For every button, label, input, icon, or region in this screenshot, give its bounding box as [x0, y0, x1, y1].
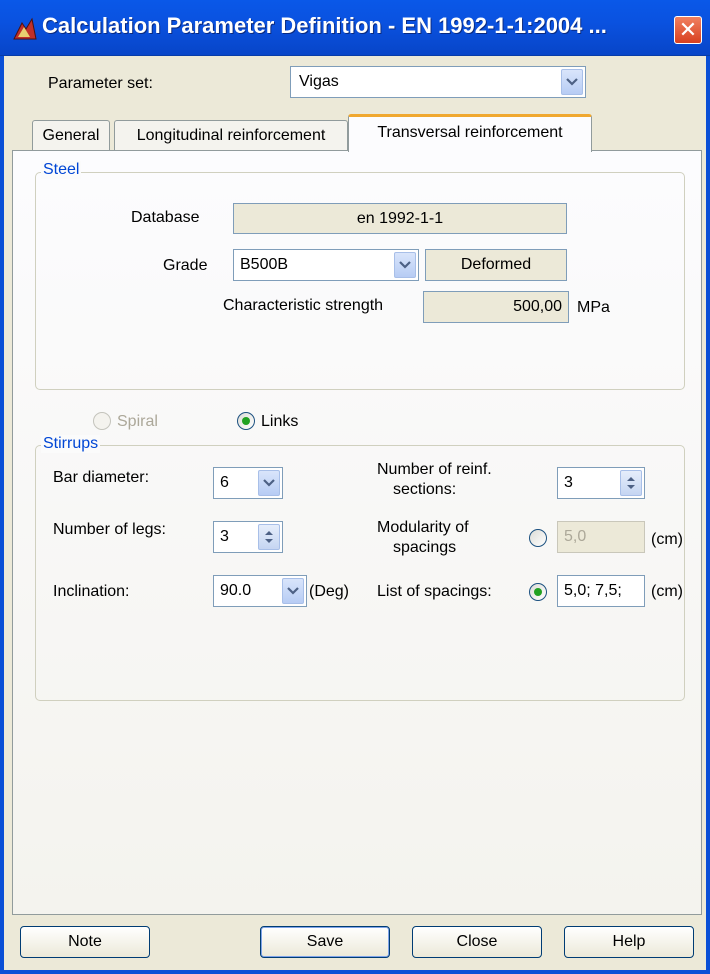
tab-transversal-reinforcement[interactable]: Transversal reinforcement	[348, 114, 592, 152]
list-of-spacings-value: 5,0; 7,5;	[564, 582, 622, 599]
number-of-reinf-sections-label-line1: Number of reinf.	[377, 461, 492, 478]
window-title: Calculation Parameter Definition - EN 19…	[42, 13, 607, 38]
database-label: Database	[131, 209, 200, 226]
close-button[interactable]: Close	[412, 926, 542, 958]
chevron-down-icon	[287, 587, 299, 595]
radio-selected-dot	[242, 417, 250, 425]
list-of-spacings-unit: (cm)	[651, 583, 683, 600]
save-button[interactable]: Save	[260, 926, 390, 958]
chevron-down-icon	[399, 261, 411, 269]
links-radio[interactable]	[237, 412, 255, 430]
modularity-of-spacings-label-line1: Modularity of	[377, 519, 469, 536]
number-of-reinf-sections-stepper[interactable]: 3	[557, 467, 645, 499]
database-value: en 1992-1-1	[356, 209, 444, 227]
transversal-reinforcement-panel: Steel Database en 1992-1-1 Grade B500B D…	[12, 150, 702, 915]
characteristic-strength-value: 500,00	[513, 298, 562, 315]
number-of-legs-label: Number of legs:	[53, 521, 166, 538]
note-button[interactable]: Note	[20, 926, 150, 958]
modularity-of-spacings-radio[interactable]	[529, 529, 547, 547]
grade-value: B500B	[240, 256, 289, 273]
inclination-label: Inclination:	[53, 583, 130, 600]
chevron-down-icon	[263, 479, 275, 487]
stirrups-group-title: Stirrups	[41, 435, 101, 453]
spin-arrows-icon	[265, 531, 273, 543]
grade-select[interactable]: B500B	[233, 249, 419, 281]
tab-general[interactable]: General	[32, 120, 110, 151]
list-of-spacings-radio[interactable]	[529, 583, 547, 601]
characteristic-strength-label: Characteristic strength	[223, 297, 384, 314]
grade-type-value: Deformed	[460, 256, 532, 273]
list-of-spacings-label: List of spacings:	[377, 583, 492, 600]
inclination-value: 90.0	[220, 582, 252, 599]
modularity-of-spacings-value: 5,0	[564, 528, 587, 545]
grade-label: Grade	[163, 257, 208, 274]
inclination-unit: (Deg)	[309, 583, 350, 600]
number-of-legs-spin-button[interactable]	[258, 524, 280, 550]
steel-group-title: Steel	[41, 161, 82, 179]
spiral-label: Spiral	[117, 413, 158, 430]
parameter-set-label: Parameter set:	[48, 75, 153, 92]
number-of-reinf-sections-label-line2: sections:	[393, 481, 457, 498]
help-button[interactable]: Help	[564, 926, 694, 958]
parameter-set-value: Vigas	[299, 73, 339, 90]
spiral-radio[interactable]	[93, 412, 111, 430]
chevron-down-icon	[566, 78, 578, 86]
spin-arrows-icon	[627, 477, 635, 489]
number-of-reinf-sections-spin-button[interactable]	[620, 470, 642, 496]
parameter-set-dropdown-button[interactable]	[561, 69, 583, 95]
number-of-legs-stepper[interactable]: 3	[213, 521, 283, 553]
app-icon	[13, 17, 37, 40]
inclination-dropdown-button[interactable]	[282, 578, 304, 604]
links-label: Links	[261, 413, 299, 430]
tab-longitudinal-reinforcement[interactable]: Longitudinal reinforcement	[114, 120, 348, 151]
bar-diameter-dropdown-button[interactable]	[258, 470, 280, 496]
inclination-select[interactable]: 90.0	[213, 575, 307, 607]
bar-diameter-value: 6	[220, 474, 229, 491]
tab-label: Transversal reinforcement	[377, 124, 563, 141]
modularity-unit: (cm)	[651, 531, 683, 548]
radio-selected-dot	[534, 588, 542, 596]
close-window-button[interactable]: ✕	[674, 16, 702, 44]
bar-diameter-select[interactable]: 6	[213, 467, 283, 499]
close-icon: ✕	[678, 17, 698, 42]
strength-unit: MPa	[577, 299, 610, 316]
tab-label: General	[42, 127, 100, 144]
tab-label: Longitudinal reinforcement	[136, 127, 326, 144]
modularity-of-spacings-field: 5,0	[557, 521, 645, 553]
title-bar[interactable]: Calculation Parameter Definition - EN 19…	[0, 0, 710, 56]
number-of-reinf-sections-value: 3	[564, 474, 573, 491]
database-field: en 1992-1-1	[233, 203, 567, 234]
bar-diameter-label: Bar diameter:	[53, 469, 150, 486]
grade-dropdown-button[interactable]	[394, 252, 416, 278]
modularity-of-spacings-label-line2: spacings	[393, 539, 457, 556]
list-of-spacings-input[interactable]: 5,0; 7,5;	[557, 575, 645, 607]
number-of-legs-value: 3	[220, 528, 229, 545]
characteristic-strength-field: 500,00	[423, 291, 569, 323]
parameter-set-select[interactable]: Vigas	[290, 66, 586, 98]
dialog-window: Calculation Parameter Definition - EN 19…	[0, 0, 710, 974]
grade-type-field: Deformed	[425, 249, 567, 281]
